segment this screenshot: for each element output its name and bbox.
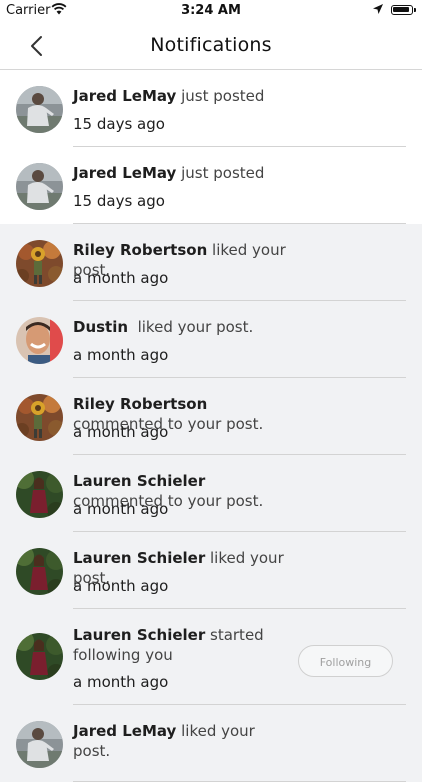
- notification-row[interactable]: Jared LeMay just posted 15 days ago: [0, 70, 422, 147]
- notification-text: Jared LeMay just posted: [73, 163, 288, 183]
- timestamp: a month ago: [73, 500, 169, 518]
- notification-row[interactable]: Jared LeMay just posted 15 days ago: [0, 147, 422, 224]
- timestamp: a month ago: [73, 346, 169, 364]
- timestamp: 15 days ago: [73, 192, 165, 210]
- user-name[interactable]: Lauren Schieler: [73, 626, 205, 644]
- page-title: Notifications: [150, 34, 272, 56]
- location-icon: [372, 3, 384, 19]
- notification-text: Jared LeMay liked your post.: [73, 721, 288, 761]
- battery-icon: [391, 5, 416, 15]
- user-name[interactable]: Dustin: [73, 318, 128, 336]
- avatar[interactable]: [16, 721, 63, 768]
- user-name[interactable]: Lauren Schieler: [73, 549, 205, 567]
- timestamp: a month ago: [73, 423, 169, 441]
- notification-row[interactable]: Riley Robertson commented to your post. a…: [0, 378, 422, 455]
- clock: 3:24 AM: [181, 3, 241, 18]
- notification-text: Lauren Schieler started following you: [73, 625, 288, 665]
- notification-text: Dustin liked your post.: [73, 317, 288, 337]
- timestamp: a month ago: [73, 269, 169, 287]
- avatar[interactable]: [16, 394, 63, 441]
- following-button[interactable]: Following: [298, 645, 393, 677]
- timestamp: a month ago: [73, 673, 169, 691]
- notification-row[interactable]: Lauren Schieler started following you a m…: [0, 609, 422, 705]
- user-name[interactable]: Riley Robertson: [73, 395, 207, 413]
- nav-bar: Notifications: [0, 22, 422, 70]
- notification-row[interactable]: Lauren Schieler liked your post. a month …: [0, 532, 422, 609]
- notification-action: just posted: [176, 87, 265, 105]
- avatar[interactable]: [16, 240, 63, 287]
- user-name[interactable]: Jared LeMay: [73, 722, 176, 740]
- notification-action: liked your post.: [128, 318, 254, 336]
- status-bar: Carrier 3:24 AM: [0, 0, 422, 22]
- avatar[interactable]: [16, 86, 63, 133]
- avatar[interactable]: [16, 633, 63, 680]
- timestamp: 15 days ago: [73, 115, 165, 133]
- avatar[interactable]: [16, 163, 63, 210]
- user-name[interactable]: Riley Robertson: [73, 241, 207, 259]
- user-name[interactable]: Jared LeMay: [73, 87, 176, 105]
- user-name[interactable]: Lauren Schieler: [73, 472, 205, 490]
- notification-row[interactable]: Jared LeMay liked your post.: [0, 705, 422, 782]
- timestamp: a month ago: [73, 577, 169, 595]
- user-name[interactable]: Jared LeMay: [73, 164, 176, 182]
- notification-row[interactable]: Lauren Schieler commented to your post. a…: [0, 455, 422, 532]
- avatar[interactable]: [16, 317, 63, 364]
- notification-list: Jared LeMay just posted 15 days ago Jared …: [0, 70, 422, 782]
- avatar[interactable]: [16, 548, 63, 595]
- notification-text: Jared LeMay just posted: [73, 86, 288, 106]
- notification-row[interactable]: Riley Robertson liked your post. a month …: [0, 224, 422, 301]
- avatar[interactable]: [16, 471, 63, 518]
- notification-action: just posted: [176, 164, 265, 182]
- notification-row[interactable]: Dustin liked your post. a month ago: [0, 301, 422, 378]
